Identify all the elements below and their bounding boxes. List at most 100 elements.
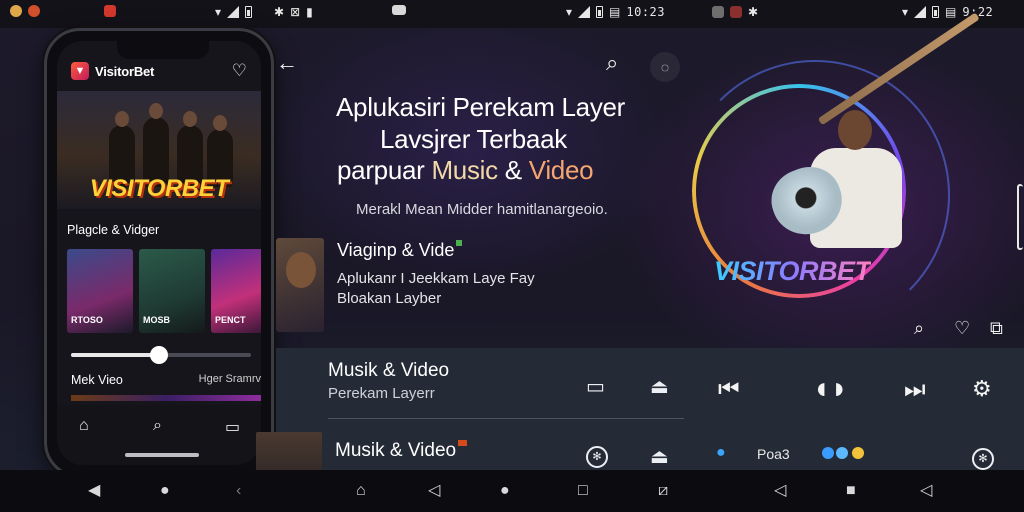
- hot-badge-icon: [458, 440, 468, 446]
- search-icon[interactable]: ⌕: [153, 417, 162, 435]
- bluetooth-icon: ✱: [274, 5, 285, 19]
- home-nav-icon[interactable]: ●: [500, 482, 510, 500]
- gallery-icon: [730, 6, 742, 18]
- hero-banner[interactable]: VISITORBET: [57, 91, 261, 209]
- app-logo-icon: ▼: [71, 62, 89, 80]
- settings-icon[interactable]: ✻: [972, 448, 994, 470]
- player-title: Musik & Video: [328, 360, 450, 381]
- subheadline: Merakl Mean Midder hamitlanargeoio.: [356, 201, 608, 218]
- signal-icon: [227, 6, 240, 18]
- chat-icon[interactable]: ▭: [586, 376, 605, 398]
- screenshot-icon[interactable]: ⧄: [658, 482, 668, 500]
- home-nav-icon[interactable]: ■: [846, 482, 856, 500]
- chat-icon[interactable]: ▭: [225, 417, 240, 437]
- battery-icon: [245, 6, 253, 18]
- record-icon[interactable]: ◌: [650, 52, 680, 82]
- headline-line3: parpuar Music & Video: [337, 155, 594, 186]
- brand-logo: VISITORBET: [714, 256, 871, 286]
- mail-icon: ▤: [945, 5, 957, 19]
- podcast-label: Poa3: [757, 446, 790, 462]
- eject-icon[interactable]: ⏏: [650, 376, 669, 398]
- color-dot: [852, 447, 864, 459]
- search-icon[interactable]: ⌕: [606, 52, 618, 74]
- headline-accent-video: Video: [528, 155, 594, 185]
- headline-amp: &: [497, 155, 529, 185]
- screen-recorder-icon: [104, 5, 116, 17]
- app-name: VisitorBet: [95, 63, 155, 79]
- headline-line1: Aplukasiri Perekam Layer: [336, 92, 626, 122]
- back-nav-icon[interactable]: ◁: [428, 482, 440, 500]
- settings-icon[interactable]: ✻: [586, 446, 608, 468]
- back-nav-icon[interactable]: ◁: [774, 482, 786, 500]
- back-nav-icon[interactable]: ◀: [88, 482, 100, 500]
- home-nav-icon[interactable]: ●: [160, 482, 170, 500]
- share-icon[interactable]: ⧉: [990, 318, 1003, 339]
- recents-nav-icon[interactable]: □: [578, 482, 588, 500]
- slider-fill: [71, 353, 159, 357]
- thumbnail-caption: MOSB: [143, 315, 170, 325]
- favorite-icon[interactable]: ♡: [232, 61, 247, 81]
- video-thumbnail[interactable]: PENCT: [211, 249, 261, 333]
- video-thumbnail[interactable]: MOSB: [139, 249, 205, 333]
- search-icon[interactable]: ⌕: [914, 318, 924, 339]
- phone-mockup: ▼ VisitorBet ♡ VISITORBET Plagcle & Vidg…: [44, 28, 274, 478]
- card-title: Viaginp & Vide: [337, 240, 463, 261]
- status-left-icons: [10, 5, 116, 17]
- thumbnail-caption: RTOSO: [71, 315, 103, 325]
- video-thumbnail[interactable]: RTOSO: [67, 249, 133, 333]
- play-pause-icon[interactable]: ◖◗: [812, 372, 848, 406]
- location-pin-icon[interactable]: ●: [716, 444, 726, 462]
- status-icons-3: ▾ ▤ 10:23: [566, 5, 665, 19]
- headline-accent-music: Music: [431, 155, 498, 185]
- previous-track-icon[interactable]: ⏮: [718, 376, 740, 404]
- home-icon[interactable]: ⌂: [79, 417, 89, 435]
- next-track-icon[interactable]: ⏭: [904, 376, 926, 404]
- bluetooth-icon: ✱: [748, 5, 759, 19]
- status-bar: ▾ ✱ ⊠ ▮ ▾ ▤ 10:23 ✱ ▾ ▤ 9:22: [0, 0, 1024, 28]
- color-dot: [822, 447, 834, 459]
- wifi-icon: ▾: [215, 5, 222, 19]
- back-nav-icon[interactable]: ‹: [236, 482, 241, 500]
- row-label: Mek Vieo: [71, 373, 123, 387]
- home-icon[interactable]: ⌂: [356, 482, 366, 500]
- wifi-icon: ▾: [566, 5, 573, 19]
- hero-title: VISITORBET: [89, 175, 229, 202]
- status-time: 10:23: [626, 5, 665, 19]
- back-nav-icon[interactable]: ◁: [920, 482, 932, 500]
- section-title: Plagcle & Vidger: [67, 223, 160, 237]
- slider-knob[interactable]: [150, 346, 168, 364]
- card-thumbnail[interactable]: [276, 238, 324, 332]
- app-notification-icon: [28, 5, 40, 17]
- signal-icon: [914, 6, 927, 18]
- edge-panel-handle[interactable]: [1017, 184, 1023, 250]
- eject-icon[interactable]: ⏏: [650, 446, 669, 468]
- guitarist-head: [838, 110, 872, 150]
- notification-icon: [10, 5, 22, 17]
- card-line1: Aplukanr I Jeekkam Laye Fay: [337, 270, 535, 287]
- back-arrow-icon[interactable]: ←: [276, 52, 298, 74]
- color-dot: [836, 447, 848, 459]
- phone-tab-bar: ⌂ ⌕ ▭: [57, 405, 261, 465]
- mail-icon: ▤: [609, 5, 621, 19]
- photo-icon: [712, 6, 724, 18]
- player-subtitle: Perekam Layerr: [328, 385, 435, 402]
- heart-icon[interactable]: ♡: [954, 318, 970, 339]
- artist-face: [286, 252, 316, 288]
- status-icons-2: [392, 5, 406, 15]
- playback-slider[interactable]: [71, 346, 251, 364]
- row-right-text[interactable]: Hger Sramrv: [199, 373, 261, 385]
- thumbnail-row: RTOSO MOSB PENCT: [67, 249, 261, 333]
- battery-icon: [932, 6, 940, 18]
- status-icons-5: ▾ ▤ 9:22: [902, 5, 993, 19]
- phone-screen: ▼ VisitorBet ♡ VISITORBET Plagcle & Vidg…: [57, 41, 261, 465]
- divider: [328, 418, 684, 419]
- preview-strip: [71, 395, 261, 401]
- player-title-2: Musik & Video: [335, 440, 468, 462]
- share-icon[interactable]: ⚙: [972, 376, 992, 402]
- headline-prefix: parpuar: [337, 155, 432, 185]
- player-title-2-text: Musik & Video: [335, 440, 457, 461]
- card-title-text: Viaginp & Vide: [337, 240, 455, 260]
- status-icons-1: ▾ ✱ ⊠ ▮: [215, 5, 313, 19]
- new-badge-icon: [456, 240, 463, 246]
- card-line2: Bloakan Layber: [337, 290, 442, 307]
